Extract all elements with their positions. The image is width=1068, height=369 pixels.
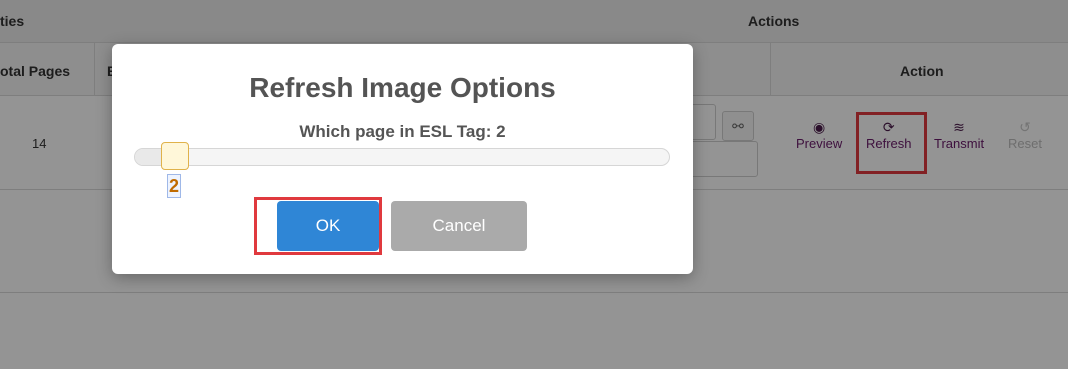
page-slider-handle[interactable] <box>161 142 189 170</box>
page-slider-fill <box>135 149 162 165</box>
page-slider-track[interactable] <box>134 148 670 166</box>
ok-button[interactable]: OK <box>277 201 379 251</box>
dialog-title: Refresh Image Options <box>249 72 556 103</box>
cancel-button[interactable]: Cancel <box>391 201 527 251</box>
refresh-image-options-dialog: Refresh Image Options Which page in ESL … <box>112 44 693 274</box>
page-slider-value: 2 <box>167 174 181 198</box>
dialog-subtitle: Which page in ESL Tag: 2 <box>299 122 506 141</box>
